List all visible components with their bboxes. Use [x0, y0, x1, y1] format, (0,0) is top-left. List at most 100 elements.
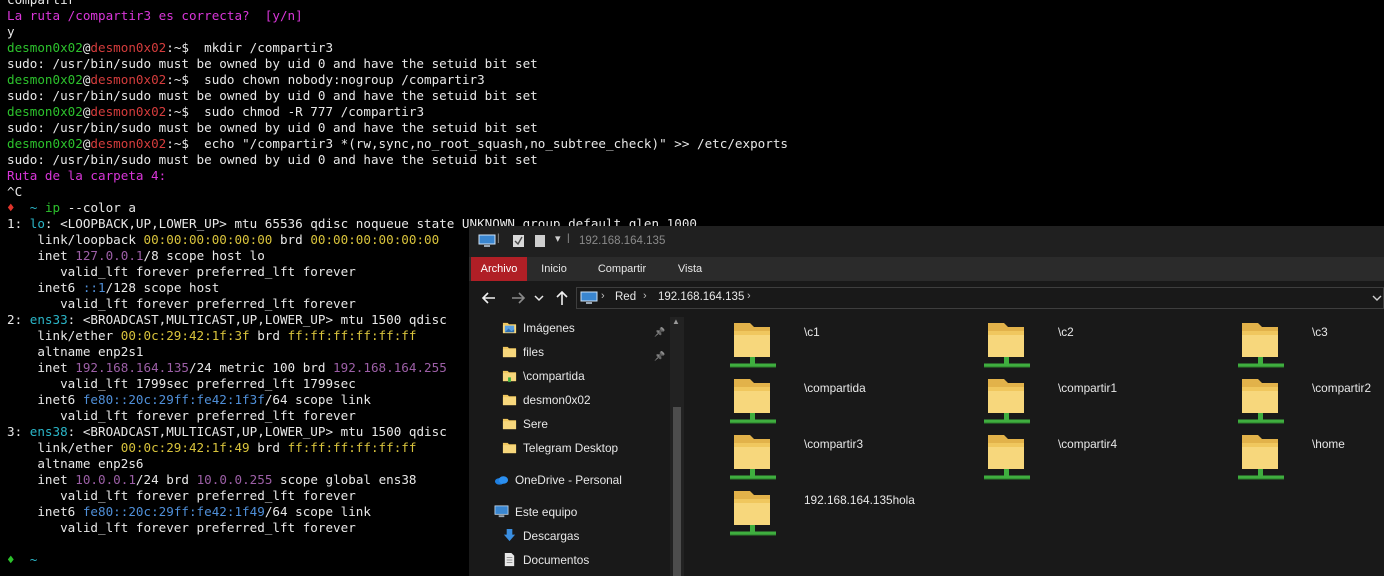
terminal-text-segment: valid_lft forever preferred_lft forever — [7, 488, 356, 503]
network-share-item[interactable]: \compartir2 — [1236, 375, 1384, 429]
terminal-text-segment: 2: — [7, 312, 30, 327]
terminal-text-segment: :~$ echo "/compartir3 *(rw,sync,no_root_… — [166, 136, 788, 151]
network-share-label: \compartir1 — [1058, 381, 1118, 395]
forward-arrow-icon[interactable] — [509, 289, 527, 307]
properties-icon[interactable] — [512, 234, 525, 248]
nav-item-label: Documentos — [523, 553, 590, 567]
network-share-item[interactable]: \c3 — [1236, 319, 1384, 373]
terminal-text-segment: 00:0c:29:42:1f:49 — [120, 440, 250, 455]
recent-locations-chevron-icon[interactable] — [533, 289, 545, 307]
nav-item[interactable]: Imágenes 📌 — [502, 317, 665, 339]
folder-icon — [502, 440, 517, 455]
up-arrow-icon[interactable] — [553, 289, 571, 307]
terminal-text-segment: ff:ff:ff:ff:ff:ff — [287, 328, 417, 343]
terminal-text-segment: valid_lft forever preferred_lft forever — [7, 408, 356, 423]
network-share-item[interactable]: \compartir3 — [728, 431, 978, 485]
terminal-line: compartir — [7, 0, 75, 8]
separator: | — [497, 233, 500, 244]
nav-item[interactable]: Descargas — [502, 525, 664, 547]
nav-item[interactable]: Documentos — [502, 549, 664, 571]
terminal-text-segment: inet — [7, 248, 76, 263]
terminal-text-segment: sudo: /usr/bin/sudo must be owned by uid… — [7, 88, 538, 103]
nav-item[interactable]: files 📌 — [502, 341, 665, 363]
network-share-item[interactable]: 192.168.164.135hola — [728, 487, 978, 541]
breadcrumb-separator-icon[interactable]: › — [643, 290, 647, 302]
address-dropdown-icon[interactable] — [1372, 293, 1382, 303]
terminal-text-segment: valid_lft forever preferred_lft forever — [7, 296, 356, 311]
network-share-item[interactable]: \c1 — [728, 319, 978, 373]
nav-item[interactable]: desmon0x02 — [502, 389, 664, 411]
pin-icon: 📌 — [654, 327, 666, 337]
terminal-text-segment: --color a — [60, 200, 136, 215]
terminal-text-segment: /64 scope link — [264, 392, 371, 407]
network-share-item[interactable]: \compartida — [728, 375, 978, 429]
downloads-icon — [502, 528, 517, 543]
terminal-line: valid_lft forever preferred_lft forever — [7, 408, 356, 424]
terminal-line: 2: ens33: <BROADCAST,MULTICAST,UP,LOWER_… — [7, 312, 447, 328]
terminal-text-segment: 10.0.0.255 — [196, 472, 273, 487]
terminal-text-segment: sudo: /usr/bin/sudo must be owned by uid… — [7, 120, 538, 135]
breadcrumb-separator-icon[interactable]: › — [601, 290, 605, 302]
nav-item-label: \compartida — [523, 369, 585, 383]
nav-item[interactable]: OneDrive - Personal — [494, 469, 664, 491]
network-share-item[interactable]: \home — [1236, 431, 1384, 485]
scroll-up-icon[interactable]: ▲ — [672, 317, 680, 326]
network-share-label: \c2 — [1058, 325, 1074, 339]
terminal-text-segment: ^C — [7, 184, 23, 199]
nav-item-label: Sere — [523, 417, 548, 431]
terminal-line: desmon0x02@desmon0x02:~$ echo "/comparti… — [7, 136, 788, 152]
terminal-line: sudo: /usr/bin/sudo must be owned by uid… — [7, 120, 538, 136]
network-share-item[interactable]: \compartir1 — [982, 375, 1232, 429]
nav-item-label: desmon0x02 — [523, 393, 591, 407]
pictures-folder-icon — [502, 320, 517, 335]
nav-item[interactable]: Este equipo — [494, 501, 664, 523]
breadcrumb-separator-icon[interactable]: › — [747, 290, 751, 302]
network-share-label: 192.168.164.135hola — [804, 493, 915, 507]
new-folder-icon[interactable] — [534, 234, 546, 248]
terminal-line: ♦ ~ ip --color a — [7, 200, 136, 216]
network-share-item[interactable]: \compartir4 — [982, 431, 1232, 485]
network-share-folder-icon — [982, 319, 1032, 371]
nav-item[interactable]: Telegram Desktop — [502, 437, 664, 459]
terminal-text-segment: inet — [7, 472, 76, 487]
network-share-folder-icon — [728, 375, 778, 427]
terminal-text-segment: compartir — [7, 0, 75, 7]
terminal-text-segment: link/loopback — [7, 232, 144, 247]
tab-compartir[interactable]: Compartir — [587, 257, 657, 281]
tab-inicio[interactable]: Inicio — [529, 257, 579, 281]
terminal-text-segment: link/ether — [7, 328, 121, 343]
qat-dropdown-icon[interactable]: ▾ — [555, 232, 561, 246]
back-arrow-icon[interactable] — [480, 289, 498, 307]
terminal-line: valid_lft forever preferred_lft forever — [7, 488, 356, 504]
terminal-line: inet 192.168.164.135/24 metric 100 brd 1… — [7, 360, 447, 376]
network-share-folder-icon — [728, 431, 778, 483]
terminal-line: link/ether 00:0c:29:42:1f:49 brd ff:ff:f… — [7, 440, 416, 456]
terminal-line: valid_lft forever preferred_lft forever — [7, 296, 356, 312]
terminal-text-segment: sudo: /usr/bin/sudo must be owned by uid… — [7, 56, 538, 71]
terminal-line: desmon0x02@desmon0x02:~$ sudo chown nobo… — [7, 72, 485, 88]
terminal-text-segment: desmon0x02 — [90, 104, 167, 119]
terminal-text-segment: 192.168.164.255 — [333, 360, 447, 375]
scrollbar-thumb[interactable] — [673, 407, 681, 576]
network-share-item[interactable]: \c2 — [982, 319, 1232, 373]
terminal-text-segment: 127.0.0.1 — [75, 248, 144, 263]
terminal-text-segment: desmon0x02 — [7, 72, 83, 87]
terminal-line: link/loopback 00:00:00:00:00:00 brd 00:0… — [7, 232, 439, 248]
terminal-text-segment: 00:00:00:00:00:00 — [310, 232, 440, 247]
terminal-text-segment: link/ether — [7, 440, 121, 455]
tab-vista[interactable]: Vista — [665, 257, 715, 281]
breadcrumb-host[interactable]: 192.168.164.135 — [658, 291, 744, 303]
breadcrumb-red[interactable]: Red — [615, 291, 636, 303]
terminal-text-segment: inet6 — [7, 280, 83, 295]
navigation-pane-scrollbar[interactable]: ▲ — [670, 317, 684, 576]
nav-item[interactable]: Sere — [502, 413, 664, 435]
address-bar[interactable]: › Red › 192.168.164.135 › — [576, 287, 1384, 309]
network-share-folder-icon — [982, 375, 1032, 427]
terminal-line: inet6 ::1/128 scope host — [7, 280, 219, 296]
terminal-text-segment: sudo: /usr/bin/sudo must be owned by uid… — [7, 152, 538, 167]
tab-archivo[interactable]: Archivo — [471, 257, 527, 281]
nav-item[interactable]: \compartida — [502, 365, 664, 387]
terminal-line: Ruta de la carpeta 4: — [7, 168, 166, 184]
